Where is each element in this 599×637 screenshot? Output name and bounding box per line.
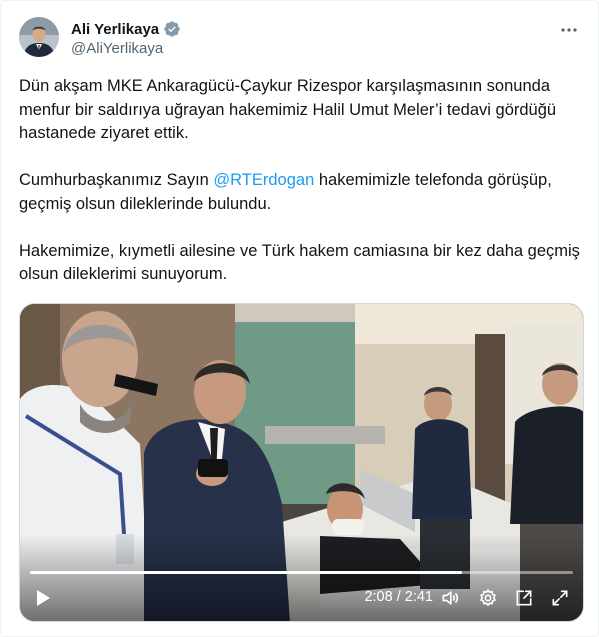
tweet-text: Dün akşam MKE Ankaragücü-Çaykur Rizespor… — [19, 75, 587, 310]
progress-fill — [30, 571, 462, 574]
video-player[interactable]: 2:08 / 2:41 — [19, 303, 584, 622]
more-options-icon[interactable] — [558, 19, 580, 41]
video-frame — [20, 304, 583, 621]
time-display: 2:08 / 2:41 — [364, 589, 433, 605]
avatar[interactable] — [19, 17, 59, 57]
progress-bar[interactable] — [30, 571, 573, 574]
verified-badge-icon — [163, 20, 181, 38]
paragraph-text: Cumhurbaşkanımız Sayın — [19, 171, 214, 189]
duration: 2:41 — [404, 589, 433, 605]
display-name[interactable]: Ali Yerlikaya — [71, 21, 159, 38]
settings-icon[interactable] — [477, 587, 499, 609]
time-separator: / — [392, 589, 405, 605]
tweet-paragraph: Dün akşam MKE Ankaragücü-Çaykur Rizespor… — [19, 77, 557, 142]
tweet-paragraph: Cumhurbaşkanımız Sayın @RTErdogan hakemi… — [19, 169, 587, 216]
video-controls: 2:08 / 2:41 — [20, 577, 583, 621]
mention-link[interactable]: @RTErdogan — [213, 171, 314, 189]
current-time: 2:08 — [364, 589, 393, 605]
author-names: Ali Yerlikaya @AliYerlikaya — [71, 19, 181, 57]
handle[interactable]: @AliYerlikaya — [71, 40, 181, 57]
fullscreen-icon[interactable] — [549, 587, 571, 609]
volume-icon[interactable] — [439, 587, 461, 609]
tweet-card[interactable]: Ali Yerlikaya @AliYerlikaya Dün akşam MK… — [0, 0, 599, 637]
popout-icon[interactable] — [513, 587, 535, 609]
tweet-header: Ali Yerlikaya @AliYerlikaya — [19, 17, 584, 65]
tweet-paragraph: Hakemimize, kıymetli ailesine ve Türk ha… — [19, 241, 580, 284]
play-icon[interactable] — [32, 587, 54, 609]
